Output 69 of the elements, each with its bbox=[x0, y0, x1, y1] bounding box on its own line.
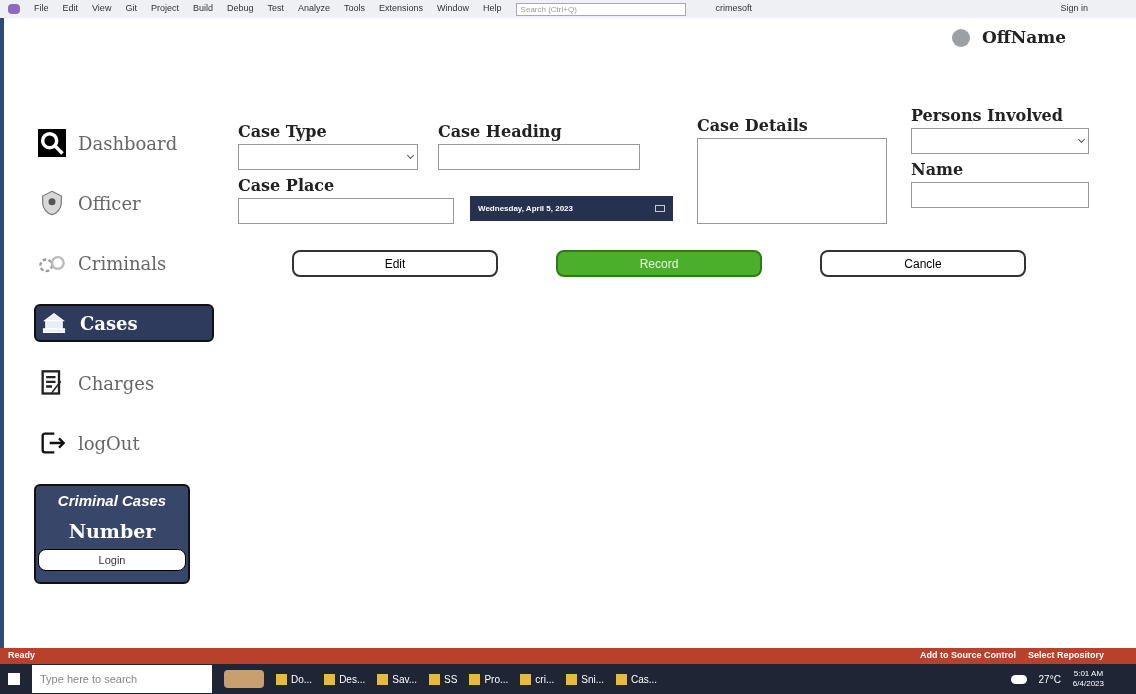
app-icon bbox=[469, 673, 481, 685]
menu-item[interactable]: Tools bbox=[344, 2, 366, 16]
menu-item[interactable]: File bbox=[34, 2, 49, 16]
app-icon bbox=[324, 673, 336, 685]
input-field[interactable] bbox=[911, 182, 1089, 208]
clock-time: 5:01 AM bbox=[1073, 669, 1104, 679]
sidebar-item[interactable]: Criminals bbox=[34, 244, 214, 282]
sidebar-item[interactable]: Dashboard bbox=[34, 124, 214, 162]
app-icon bbox=[276, 673, 287, 685]
calendar-icon bbox=[655, 205, 665, 212]
search-field[interactable]: Search (Ctrl+Q) bbox=[515, 2, 686, 16]
taskbar-app[interactable]: Do... bbox=[276, 671, 313, 687]
input-field[interactable] bbox=[438, 144, 640, 170]
menu-item[interactable]: Test bbox=[267, 2, 284, 16]
action-button[interactable]: Cancle bbox=[820, 250, 1026, 277]
field-label: Case Type bbox=[238, 121, 328, 143]
cloud-icon bbox=[1010, 674, 1027, 684]
input-field[interactable] bbox=[238, 198, 454, 224]
taskbar-app[interactable]: Cas... bbox=[616, 671, 658, 687]
app-icon bbox=[429, 673, 441, 685]
sidebar-item[interactable]: Charges bbox=[34, 364, 214, 402]
repository-button[interactable]: Select Repository bbox=[1027, 649, 1104, 663]
menu-item[interactable]: Edit bbox=[62, 2, 79, 16]
card-value: Number bbox=[68, 518, 156, 544]
app-icon bbox=[520, 673, 532, 685]
field-label: Persons Involved bbox=[911, 105, 1064, 127]
app-icon bbox=[377, 673, 389, 685]
sidebar-item[interactable]: Cases bbox=[34, 304, 214, 342]
field-label: Case Details bbox=[697, 115, 809, 137]
menu-item[interactable]: Build bbox=[192, 2, 213, 16]
field-label: Case Place bbox=[238, 175, 336, 197]
source-control-button[interactable]: Add to Source Control bbox=[919, 649, 1016, 663]
windows-start-icon[interactable] bbox=[8, 673, 20, 685]
sidebar-item[interactable]: logOut bbox=[34, 424, 214, 462]
taskbar-app[interactable]: Sni... bbox=[566, 671, 604, 687]
weather-text: 27°C bbox=[1038, 672, 1061, 687]
menu-item[interactable]: Project bbox=[150, 2, 179, 16]
login-button[interactable]: Login bbox=[38, 549, 186, 571]
field-label: Name bbox=[911, 159, 965, 181]
user-name: OffName bbox=[981, 26, 1066, 50]
taskbar-search-field[interactable]: Type here to search bbox=[32, 665, 212, 693]
solution-name: crimesoft bbox=[715, 2, 753, 16]
menu-item[interactable]: View bbox=[92, 2, 112, 16]
clock-date: 6/4/2023 bbox=[1072, 679, 1104, 689]
taskbar-app[interactable]: Sav... bbox=[377, 671, 418, 687]
dropdown-field[interactable] bbox=[238, 144, 418, 170]
app-logo-icon bbox=[8, 4, 20, 14]
menu-item[interactable]: Analyze bbox=[298, 2, 330, 16]
taskbar-app[interactable]: Des... bbox=[324, 671, 366, 687]
sign-in-link[interactable]: Sign in bbox=[1060, 2, 1088, 16]
menu-item[interactable]: Extensions bbox=[379, 2, 424, 16]
card-title: Criminal Cases bbox=[57, 491, 167, 511]
action-button[interactable]: Edit bbox=[292, 250, 498, 277]
taskbar-app[interactable]: cri... bbox=[520, 671, 555, 687]
app-icon bbox=[566, 673, 578, 685]
app-icon bbox=[616, 673, 627, 685]
menu-item[interactable]: Debug bbox=[226, 2, 254, 16]
field-label: Case Heading bbox=[438, 121, 563, 143]
status-text: Ready bbox=[8, 649, 35, 663]
text-area[interactable] bbox=[697, 138, 887, 224]
date-picker[interactable]: Wednesday, April 5, 2023 bbox=[470, 196, 673, 221]
dropdown-field[interactable] bbox=[911, 128, 1089, 154]
search-icon bbox=[38, 129, 66, 157]
taskbar-app[interactable]: Pro... bbox=[469, 671, 509, 687]
menu-item[interactable]: Window bbox=[437, 2, 470, 16]
sidebar-item[interactable]: Officer bbox=[34, 184, 214, 222]
menu-item[interactable]: Git bbox=[125, 2, 137, 16]
taskbar-app[interactable]: SS bbox=[429, 671, 458, 687]
menu-item[interactable]: Help bbox=[483, 2, 502, 16]
